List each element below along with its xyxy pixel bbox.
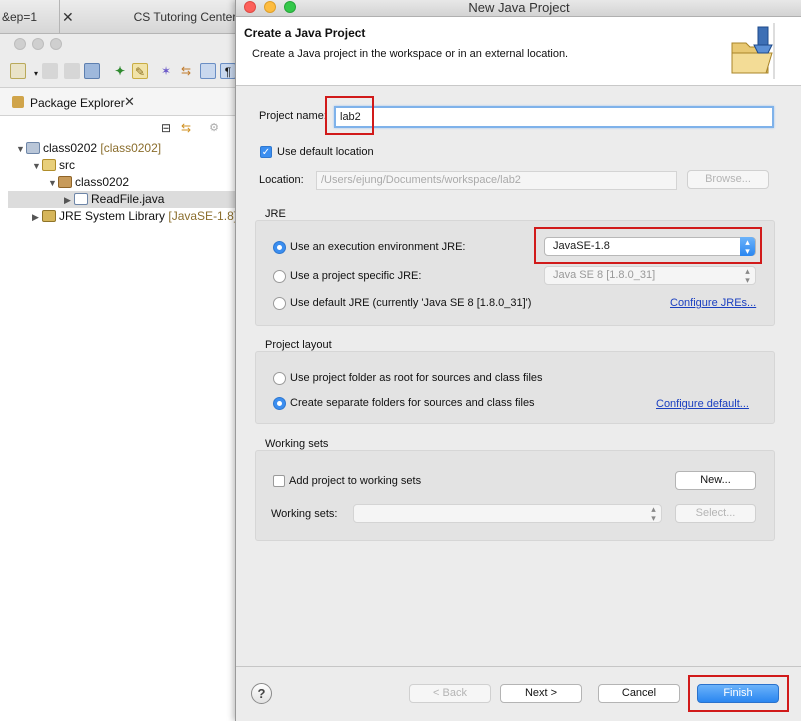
window-zoom-icon[interactable]: [50, 38, 62, 50]
updown-arrow-icon: ▴ ▾: [651, 504, 656, 523]
tree-tag: [JavaSE-1.8]: [168, 209, 238, 223]
dialog-title: New Java Project: [468, 0, 570, 15]
working-sets-label: Working sets:: [271, 508, 337, 520]
package-icon: [58, 176, 72, 188]
tree-item-jre[interactable]: ▶ JRE System Library [JavaSE-1.8]: [32, 208, 237, 225]
debug-icon[interactable]: ✦: [112, 63, 128, 79]
layout-separate-radio[interactable]: [273, 397, 286, 410]
layout-section-label: Project layout: [265, 339, 332, 351]
tree-label: JRE System Library: [59, 209, 166, 223]
footer-divider: [236, 666, 801, 667]
outline-icon[interactable]: [200, 63, 216, 79]
expand-arrow-icon[interactable]: ▶: [32, 209, 42, 226]
new-icon[interactable]: [10, 63, 26, 79]
expand-arrow-icon[interactable]: ▼: [32, 158, 42, 175]
select-working-sets-button[interactable]: Select...: [675, 504, 756, 523]
working-sets-label-text: Working sets:: [271, 508, 338, 520]
jre-specific-value: Java SE 8 [1.8.0_31]: [553, 269, 656, 281]
working-sets-select[interactable]: ▴ ▾: [353, 504, 662, 523]
use-default-location-checkbox[interactable]: ✓: [260, 146, 272, 158]
dialog-titlebar: New Java Project: [236, 0, 801, 17]
finish-button[interactable]: Finish: [697, 684, 779, 703]
add-to-working-sets-label: Add project to working sets: [289, 475, 422, 487]
jre-specific-radio[interactable]: [273, 270, 286, 283]
eclipse-titlebar: [0, 34, 240, 56]
jre-specific-label: Use a project specific JRE:: [290, 270, 422, 282]
browse-button[interactable]: Browse...: [687, 170, 769, 189]
save-all-icon[interactable]: [64, 63, 80, 79]
layout-separate-label: Create separate folders for sources and …: [290, 397, 535, 409]
page-subtitle: Create a Java project in the workspace o…: [252, 48, 569, 60]
expand-arrow-icon[interactable]: ▼: [16, 141, 26, 158]
package-explorer-title[interactable]: Package Explorer: [30, 96, 125, 110]
source-folder-icon: [42, 159, 56, 171]
window-close-icon[interactable]: [14, 38, 26, 50]
working-sets-section-label: Working sets: [265, 438, 329, 450]
browser-tab-tutoring[interactable]: CS Tutoring Center: [60, 0, 250, 34]
tree-item-project[interactable]: ▼ class0202 [class0202]: [16, 140, 161, 157]
paragraph-icon[interactable]: ¶: [220, 63, 236, 79]
browser-tab-partial[interactable]: &ep=1: [0, 0, 60, 34]
updown-arrow-icon: ▴ ▾: [740, 237, 755, 256]
tree-item-file[interactable]: ▶ ReadFile.java: [8, 191, 240, 208]
highlight-icon[interactable]: ✎: [132, 63, 148, 79]
working-sets-group: [255, 450, 775, 541]
jre-env-value: JavaSE-1.8: [553, 240, 610, 252]
tree-label: class0202: [75, 175, 130, 189]
configure-default-link[interactable]: Configure default...: [656, 398, 749, 410]
eclipse-toolbar: ▾ ✦ ✎ ✶ ⇆ ¶: [0, 56, 240, 88]
collapse-all-icon[interactable]: ⊟: [158, 120, 174, 136]
layout-root-radio[interactable]: [273, 372, 286, 385]
location-label: Location:: [259, 174, 304, 186]
close-icon[interactable]: ✕: [124, 94, 135, 110]
tree-tag: [class0202]: [100, 141, 162, 155]
view-menu-icon[interactable]: ⚙: [206, 120, 222, 136]
configure-jres-link[interactable]: Configure JREs...: [670, 297, 756, 309]
jre-default-label: Use default JRE (currently 'Java SE 8 [1…: [290, 297, 532, 309]
window-minimize-icon[interactable]: [32, 38, 44, 50]
library-icon: [42, 210, 56, 222]
new-java-project-dialog: New Java Project Create a Java Project C…: [235, 0, 801, 721]
layout-root-label: Use project folder as root for sources a…: [290, 372, 543, 384]
expand-arrow-icon[interactable]: ▼: [48, 175, 58, 192]
tree-label: class0202: [43, 141, 98, 155]
location-input[interactable]: /Users/ejung/Documents/workspace/lab2: [316, 171, 677, 190]
print-icon[interactable]: [84, 63, 100, 79]
page-title: Create a Java Project: [244, 26, 366, 40]
package-explorer-header: Package Explorer ✕: [0, 88, 240, 116]
cancel-button[interactable]: Cancel: [598, 684, 680, 703]
link-editor-icon[interactable]: ⇆: [178, 120, 194, 136]
refactor-icon[interactable]: ⇆: [178, 63, 194, 79]
expand-arrow-icon[interactable]: ▶: [64, 192, 74, 209]
help-icon[interactable]: ?: [251, 683, 272, 704]
tree-item-package[interactable]: ▼ class0202: [48, 174, 129, 191]
search-icon[interactable]: ✶: [158, 63, 174, 79]
tree-item-src[interactable]: ▼ src: [32, 157, 75, 174]
project-icon: [26, 142, 40, 154]
dialog-header: Create a Java Project Create a Java proj…: [236, 17, 801, 86]
jre-env-label: Use an execution environment JRE:: [290, 241, 466, 253]
next-button[interactable]: Next >: [500, 684, 582, 703]
java-project-wizard-icon: [731, 23, 775, 79]
tree-label: src: [59, 158, 75, 172]
save-icon[interactable]: [42, 63, 58, 79]
jre-specific-select[interactable]: Java SE 8 [1.8.0_31] ▴ ▾: [544, 266, 756, 285]
new-working-set-button[interactable]: New...: [675, 471, 756, 490]
add-to-working-sets-checkbox[interactable]: [273, 475, 285, 487]
project-name-label: Project name:: [259, 110, 327, 122]
package-explorer-tree: ▼ class0202 [class0202] ▼ src ▼ class0202 ▶…: [0, 140, 240, 721]
jre-env-select[interactable]: JavaSE-1.8 ▴ ▾: [544, 237, 756, 256]
package-explorer-tools: ⊟ ⇆ ⚙: [0, 116, 240, 140]
jre-default-radio[interactable]: [273, 297, 286, 310]
updown-arrow-icon: ▴ ▾: [745, 266, 750, 285]
project-name-input[interactable]: lab2: [334, 106, 774, 128]
jre-env-radio[interactable]: [273, 241, 286, 254]
use-default-location-label: Use default location: [277, 146, 374, 158]
layout-group: [255, 351, 775, 424]
package-explorer-icon: [12, 96, 24, 108]
back-button[interactable]: < Back: [409, 684, 491, 703]
java-file-icon: [74, 193, 88, 205]
tree-label: ReadFile.java: [91, 192, 165, 206]
jre-section-label: JRE: [265, 208, 286, 220]
